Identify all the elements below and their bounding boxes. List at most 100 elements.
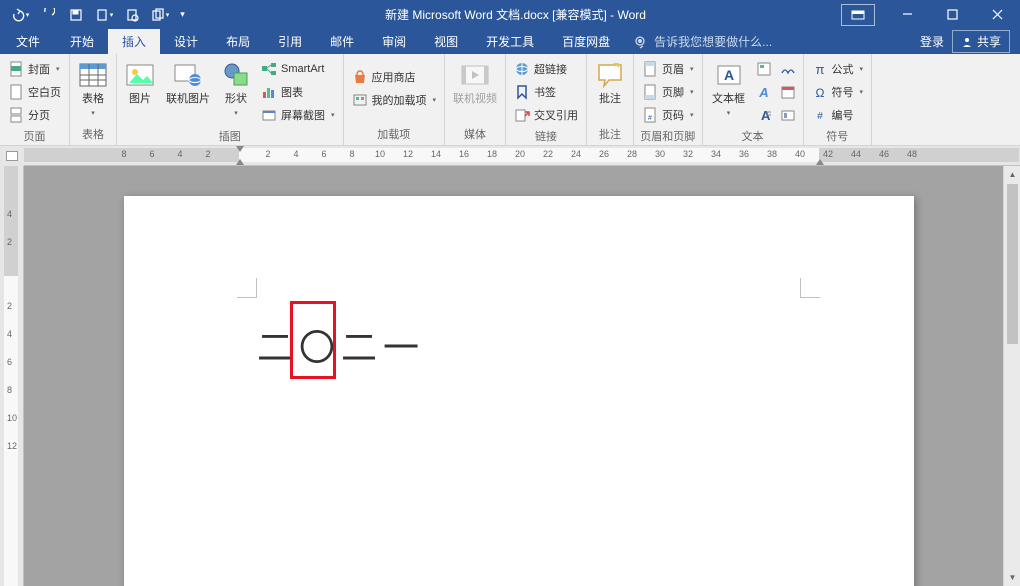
hruler-tick: 32: [683, 149, 693, 159]
svg-text:#: #: [817, 111, 823, 122]
textbox-icon: A: [713, 59, 745, 91]
tab-insert[interactable]: 插入: [108, 29, 160, 54]
group-pages: 封面▾ 空白页 分页 页面: [0, 54, 70, 145]
hruler-tick: 8: [121, 149, 126, 159]
hruler-tick: 34: [711, 149, 721, 159]
customize-qat-button[interactable]: ▾: [174, 2, 190, 28]
ruler-corner[interactable]: [0, 146, 24, 166]
tab-view[interactable]: 视图: [420, 29, 472, 54]
table-button[interactable]: 表格▾: [74, 57, 112, 120]
doc-char-3[interactable]: 二: [341, 319, 383, 371]
wordart-button[interactable]: A: [753, 80, 775, 103]
number-button[interactable]: #编号: [808, 103, 868, 126]
vertical-scrollbar[interactable]: ▲ ▼: [1003, 166, 1020, 586]
scroll-up-arrow[interactable]: ▲: [1004, 166, 1020, 183]
tab-design[interactable]: 设计: [160, 29, 212, 54]
tab-file[interactable]: 文件: [0, 29, 56, 54]
shapes-button[interactable]: 形状▾: [217, 57, 255, 120]
chart-button[interactable]: 图表: [257, 80, 339, 103]
vruler-tick: 2: [7, 237, 12, 247]
group-tables: 表格▾ 表格: [70, 54, 117, 145]
new-button[interactable]: ▾: [90, 2, 118, 28]
picture-icon: [124, 59, 156, 91]
header-button[interactable]: 页眉▾: [638, 57, 698, 80]
svg-text:π: π: [815, 62, 824, 77]
document-text[interactable]: 二 〇 二 一: [257, 319, 425, 371]
drop-cap-button[interactable]: A: [753, 103, 775, 126]
share-button[interactable]: 共享: [952, 30, 1010, 53]
cross-reference-button[interactable]: 交叉引用: [510, 103, 582, 126]
vertical-ruler[interactable]: 4224681012: [0, 166, 24, 586]
screenshot-button[interactable]: 屏幕截图▾: [257, 103, 339, 126]
vruler-tick: 2: [7, 301, 12, 311]
textbox-button[interactable]: A 文本框▾: [707, 57, 751, 120]
quick-access-toolbar: ▾ ▾ ▾ ▾: [0, 2, 190, 28]
ribbon: 封面▾ 空白页 分页 页面 表格▾ 表格 图片 联机图片: [0, 54, 1020, 146]
print-preview-button[interactable]: [118, 2, 146, 28]
page-number-button[interactable]: #页码▾: [638, 103, 698, 126]
login-link[interactable]: 登录: [920, 33, 944, 50]
document-canvas[interactable]: 二 〇 二 一 ▲ ▼: [24, 166, 1020, 586]
qat-item-6[interactable]: ▾: [146, 2, 174, 28]
scroll-thumb[interactable]: [1007, 184, 1018, 344]
horizontal-ruler[interactable]: 8642246810121416182022242628303234363840…: [24, 146, 1020, 166]
group-symbols-label: 符号: [808, 126, 868, 147]
equation-button[interactable]: π公式▾: [808, 57, 868, 80]
vruler-tick: 12: [7, 441, 17, 451]
tab-mailings[interactable]: 邮件: [316, 29, 368, 54]
hruler-tick: 4: [177, 149, 182, 159]
minimize-button[interactable]: [885, 0, 930, 29]
tab-baidu[interactable]: 百度网盘: [548, 29, 624, 54]
footer-button[interactable]: 页脚▾: [638, 80, 698, 103]
date-time-button[interactable]: [777, 80, 799, 103]
video-icon: [459, 59, 491, 91]
cover-page-button[interactable]: 封面▾: [4, 57, 65, 80]
quick-parts-button[interactable]: [753, 57, 775, 80]
ribbon-display-options[interactable]: [841, 4, 875, 26]
window-controls: [885, 0, 1020, 29]
page[interactable]: 二 〇 二 一: [124, 196, 914, 586]
redo-button[interactable]: [34, 2, 62, 28]
workspace: 4224681012 二 〇 二 一 ▲ ▼: [0, 166, 1020, 586]
bookmark-button[interactable]: 书签: [510, 80, 582, 103]
tab-review[interactable]: 审阅: [368, 29, 420, 54]
hruler-tick: 28: [627, 149, 637, 159]
table-icon: [77, 59, 109, 91]
hruler-tick: 24: [571, 149, 581, 159]
blank-page-button[interactable]: 空白页: [4, 80, 65, 103]
my-addins-button[interactable]: 我的加载项▾: [348, 88, 441, 111]
object-button[interactable]: [777, 103, 799, 126]
svg-text:A: A: [758, 85, 768, 100]
hruler-tick: 48: [907, 149, 917, 159]
undo-button[interactable]: ▾: [6, 2, 34, 28]
online-picture-icon: [172, 59, 204, 91]
online-video-button: 联机视频: [449, 57, 501, 106]
maximize-button[interactable]: [930, 0, 975, 29]
close-button[interactable]: [975, 0, 1020, 29]
comment-icon: [594, 59, 626, 91]
tab-layout[interactable]: 布局: [212, 29, 264, 54]
store-button[interactable]: 应用商店: [348, 65, 441, 88]
hyperlink-button[interactable]: 超链接: [510, 57, 582, 80]
group-pages-label: 页面: [4, 126, 65, 147]
pictures-button[interactable]: 图片: [121, 57, 159, 106]
svg-text:Ω: Ω: [815, 86, 824, 100]
page-break-button[interactable]: 分页: [4, 103, 65, 126]
group-header-footer: 页眉▾ 页脚▾ #页码▾ 页眉和页脚: [634, 54, 703, 145]
comment-button[interactable]: 批注: [591, 57, 629, 106]
online-pictures-button[interactable]: 联机图片: [161, 57, 215, 106]
group-text-label: 文本: [707, 126, 799, 147]
symbol-button[interactable]: Ω符号▾: [808, 80, 868, 103]
tab-developer[interactable]: 开发工具: [472, 29, 548, 54]
tell-me-search[interactable]: 告诉我您想要做什么...: [624, 29, 920, 54]
scroll-down-arrow[interactable]: ▼: [1004, 569, 1020, 586]
group-links: 超链接 书签 交叉引用 链接: [506, 54, 587, 145]
hruler-tick: 30: [655, 149, 665, 159]
tab-home[interactable]: 开始: [56, 29, 108, 54]
save-button[interactable]: [62, 2, 90, 28]
tab-references[interactable]: 引用: [264, 29, 316, 54]
signature-button[interactable]: [777, 57, 799, 80]
smartart-button[interactable]: SmartArt: [257, 57, 339, 80]
hruler-tick: 12: [403, 149, 413, 159]
doc-char-4[interactable]: 一: [383, 319, 425, 371]
